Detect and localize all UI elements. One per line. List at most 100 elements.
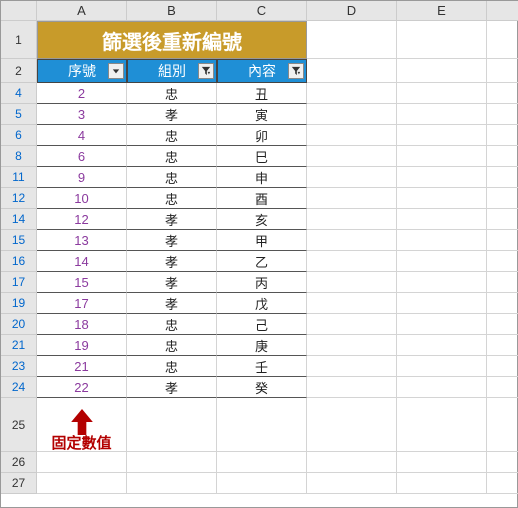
cell-c-17[interactable]: 丙 xyxy=(217,272,307,293)
cell-b-23[interactable]: 忠 xyxy=(127,356,217,377)
cell-a-21[interactable]: 19 xyxy=(37,335,127,356)
filter-dropdown-icon[interactable] xyxy=(108,63,124,79)
filter-active-icon[interactable] xyxy=(198,63,214,79)
cell-a-5[interactable]: 3 xyxy=(37,104,127,125)
cell-c-21[interactable]: 庚 xyxy=(217,335,307,356)
cell-b-6[interactable]: 忠 xyxy=(127,125,217,146)
row-head-27[interactable]: 27 xyxy=(1,473,37,494)
row-head-17[interactable]: 17 xyxy=(1,272,37,293)
cell-b-4[interactable]: 忠 xyxy=(127,83,217,104)
cell-empty xyxy=(397,21,487,59)
cell-a-4[interactable]: 2 xyxy=(37,83,127,104)
cell-b-19[interactable]: 孝 xyxy=(127,293,217,314)
cell-c-19[interactable]: 戊 xyxy=(217,293,307,314)
row-head-24[interactable]: 24 xyxy=(1,377,37,398)
cell-c-4[interactable]: 丑 xyxy=(217,83,307,104)
cell-a-6[interactable]: 4 xyxy=(37,125,127,146)
select-all-corner[interactable] xyxy=(1,1,37,21)
cell-c-12[interactable]: 酉 xyxy=(217,188,307,209)
cell-b-17[interactable]: 孝 xyxy=(127,272,217,293)
row-head-11[interactable]: 11 xyxy=(1,167,37,188)
row-head-12[interactable]: 12 xyxy=(1,188,37,209)
cell-c-20[interactable]: 己 xyxy=(217,314,307,335)
row-head-8[interactable]: 8 xyxy=(1,146,37,167)
cell-empty xyxy=(487,398,518,452)
cell-b-21[interactable]: 忠 xyxy=(127,335,217,356)
cell-empty xyxy=(487,104,518,125)
cell-empty xyxy=(487,473,518,494)
row-head-2[interactable]: 2 xyxy=(1,59,37,83)
cell-a-19[interactable]: 17 xyxy=(37,293,127,314)
cell-a-8[interactable]: 6 xyxy=(37,146,127,167)
cell-c-5[interactable]: 寅 xyxy=(217,104,307,125)
annotation-label: 固定數值 xyxy=(51,432,111,453)
cell-empty xyxy=(217,473,307,494)
cell-empty xyxy=(307,293,397,314)
cell-empty xyxy=(397,398,487,452)
cell-empty xyxy=(487,377,518,398)
col-head-f[interactable]: F xyxy=(487,1,518,21)
header-a[interactable]: 序號 xyxy=(37,59,127,83)
cell-b-16[interactable]: 孝 xyxy=(127,251,217,272)
cell-b-20[interactable]: 忠 xyxy=(127,314,217,335)
cell-b-24[interactable]: 孝 xyxy=(127,377,217,398)
row-head-6[interactable]: 6 xyxy=(1,125,37,146)
annotation-arrow: 固定數值 xyxy=(37,398,127,452)
cell-c-23[interactable]: 壬 xyxy=(217,356,307,377)
row-head-23[interactable]: 23 xyxy=(1,356,37,377)
cell-empty xyxy=(307,146,397,167)
cell-a-17[interactable]: 15 xyxy=(37,272,127,293)
cell-b-15[interactable]: 孝 xyxy=(127,230,217,251)
row-head-5[interactable]: 5 xyxy=(1,104,37,125)
row-head-20[interactable]: 20 xyxy=(1,314,37,335)
cell-b-8[interactable]: 忠 xyxy=(127,146,217,167)
cell-a-11[interactable]: 9 xyxy=(37,167,127,188)
col-head-e[interactable]: E xyxy=(397,1,487,21)
cell-empty xyxy=(307,314,397,335)
header-c[interactable]: 內容 xyxy=(217,59,307,83)
cell-empty xyxy=(307,398,397,452)
cell-empty xyxy=(307,83,397,104)
cell-a-16[interactable]: 14 xyxy=(37,251,127,272)
col-head-a[interactable]: A xyxy=(37,1,127,21)
cell-b-11[interactable]: 忠 xyxy=(127,167,217,188)
cell-c-24[interactable]: 癸 xyxy=(217,377,307,398)
row-head-16[interactable]: 16 xyxy=(1,251,37,272)
cell-empty xyxy=(397,167,487,188)
cell-c-11[interactable]: 申 xyxy=(217,167,307,188)
row-head-21[interactable]: 21 xyxy=(1,335,37,356)
cell-empty xyxy=(397,272,487,293)
row-head-4[interactable]: 4 xyxy=(1,83,37,104)
row-head-15[interactable]: 15 xyxy=(1,230,37,251)
cell-c-14[interactable]: 亥 xyxy=(217,209,307,230)
cell-empty xyxy=(307,452,397,473)
cell-a-23[interactable]: 21 xyxy=(37,356,127,377)
cell-b-5[interactable]: 孝 xyxy=(127,104,217,125)
cell-empty xyxy=(397,293,487,314)
row-head-26[interactable]: 26 xyxy=(1,452,37,473)
filter-active-icon[interactable] xyxy=(288,63,304,79)
col-head-d[interactable]: D xyxy=(307,1,397,21)
row-head-14[interactable]: 14 xyxy=(1,209,37,230)
cell-b-12[interactable]: 忠 xyxy=(127,188,217,209)
cell-b-14[interactable]: 孝 xyxy=(127,209,217,230)
cell-a-24[interactable]: 22 xyxy=(37,377,127,398)
cell-a-12[interactable]: 10 xyxy=(37,188,127,209)
row-head-25[interactable]: 25 xyxy=(1,398,37,452)
cell-c-8[interactable]: 巳 xyxy=(217,146,307,167)
row-head-1[interactable]: 1 xyxy=(1,21,37,59)
cell-c-6[interactable]: 卯 xyxy=(217,125,307,146)
cell-c-15[interactable]: 甲 xyxy=(217,230,307,251)
cell-empty xyxy=(487,83,518,104)
title-cell: 篩選後重新編號 xyxy=(37,21,307,59)
cell-empty xyxy=(307,167,397,188)
cell-empty xyxy=(397,104,487,125)
cell-a-15[interactable]: 13 xyxy=(37,230,127,251)
cell-a-20[interactable]: 18 xyxy=(37,314,127,335)
col-head-b[interactable]: B xyxy=(127,1,217,21)
header-b[interactable]: 組別 xyxy=(127,59,217,83)
cell-a-14[interactable]: 12 xyxy=(37,209,127,230)
cell-c-16[interactable]: 乙 xyxy=(217,251,307,272)
col-head-c[interactable]: C xyxy=(217,1,307,21)
row-head-19[interactable]: 19 xyxy=(1,293,37,314)
